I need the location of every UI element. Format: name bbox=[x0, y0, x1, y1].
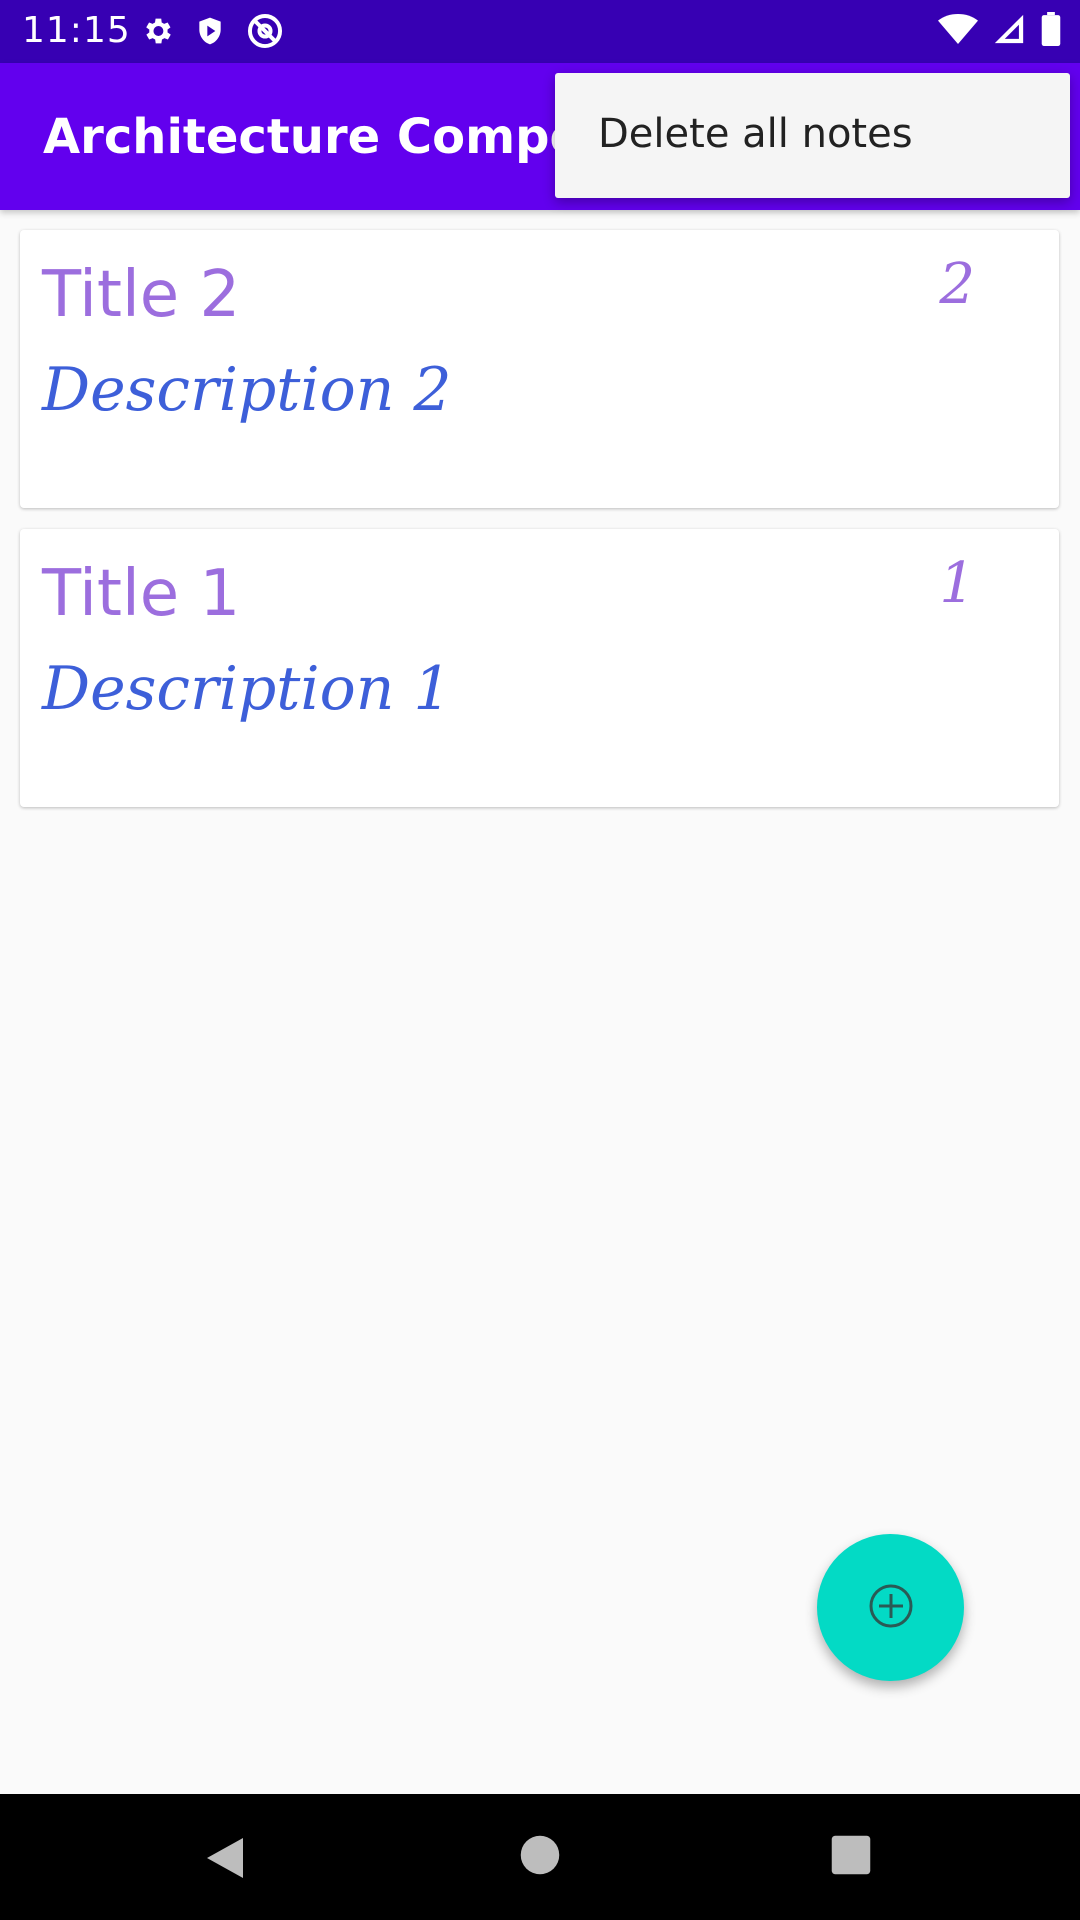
status-icons-right bbox=[938, 12, 1062, 50]
gear-icon bbox=[140, 14, 174, 52]
status-time: 11:15 bbox=[22, 10, 131, 51]
cellular-signal-icon bbox=[992, 12, 1026, 50]
note-card[interactable]: Title 1 Description 1 1 bbox=[20, 529, 1059, 807]
note-priority: 2 bbox=[939, 252, 975, 317]
add-circle-icon bbox=[867, 1582, 915, 1634]
home-icon[interactable] bbox=[519, 1834, 561, 1880]
status-icons-left bbox=[140, 12, 284, 54]
note-card[interactable]: Title 2 Description 2 2 bbox=[20, 230, 1059, 508]
shield-icon bbox=[194, 14, 226, 52]
recents-icon[interactable] bbox=[830, 1834, 872, 1880]
note-description: Description 1 bbox=[42, 654, 452, 724]
battery-icon bbox=[1040, 12, 1062, 50]
note-title: Title 1 bbox=[42, 557, 241, 631]
wifi-icon bbox=[938, 12, 978, 50]
at-sign-icon bbox=[246, 12, 284, 54]
delete-all-notes-menu-item[interactable]: Delete all notes bbox=[598, 111, 913, 157]
note-priority: 1 bbox=[939, 551, 975, 616]
navigation-bar bbox=[0, 1794, 1080, 1920]
note-description: Description 2 bbox=[42, 355, 452, 425]
add-note-button[interactable] bbox=[817, 1534, 964, 1681]
overflow-menu: Delete all notes bbox=[555, 73, 1070, 198]
back-icon[interactable] bbox=[203, 1834, 247, 1886]
note-title: Title 2 bbox=[42, 258, 241, 332]
status-bar: 11:15 bbox=[0, 0, 1080, 63]
